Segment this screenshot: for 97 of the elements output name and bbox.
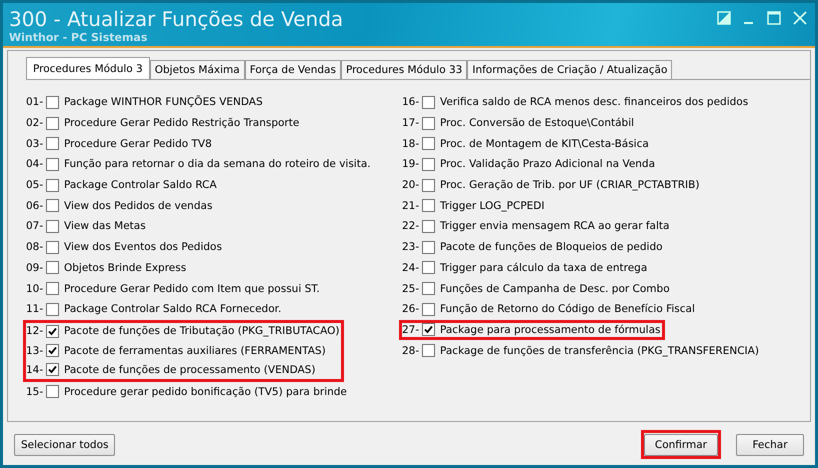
item-number: 06- [26,200,44,212]
checkbox-label[interactable]: View dos Eventos dos Pedidos [64,241,222,254]
checkbox-label[interactable]: Pacote de funções de processamento (VENDAS) [64,364,316,376]
checkbox[interactable] [422,323,435,336]
checkbox-label[interactable]: Verifica saldo de RCA menos desc. financeiros dos pedidos [440,96,748,108]
checkbox-label[interactable]: View das Metas [64,220,146,232]
window-title: 300 - Atualizar Funções de Venda [9,7,344,31]
item-number: 13- [26,344,44,357]
tab[interactable]: Procedures Módulo 3 [26,57,150,79]
checkbox[interactable] [46,199,59,212]
item-number: 26- [402,303,420,316]
item-number: 23- [402,241,420,254]
dialog-button[interactable]: Selecionar todos [14,434,116,456]
tab[interactable]: Procedures Módulo 33 [340,60,468,79]
item-number: 17- [402,117,420,130]
checkbox[interactable] [422,116,435,130]
checkbox-label[interactable]: Funções de Campanha de Desc. por Combo [440,282,670,295]
checkbox[interactable] [422,158,435,171]
checkbox-label[interactable]: Pacote de ferramentas auxiliares (FERRAMENTAS) [64,344,326,357]
checkbox[interactable] [422,261,435,274]
tab[interactable]: Força de Vendas [244,60,341,79]
checkbox[interactable] [46,324,59,338]
checkbox[interactable] [46,220,59,233]
checkbox[interactable] [46,158,59,171]
checkbox-label[interactable]: Função de Retorno do Código de Benefício Fiscal [440,303,695,316]
dialog-button[interactable]: Fechar [736,434,804,456]
checkbox[interactable] [422,96,435,109]
checkbox-label[interactable]: Trigger para cálculo da taxa de entrega [440,262,648,274]
dialog-button[interactable]: Confirmar [644,434,718,456]
checkbox[interactable] [46,385,59,398]
checkbox[interactable] [422,302,435,316]
checkbox-label[interactable]: Package Controlar Saldo RCA Fornecedor. [64,303,282,316]
close-icon[interactable] [793,11,807,25]
item-number: 05- [26,179,44,192]
checkbox[interactable] [422,178,435,192]
checkbox[interactable] [422,220,435,233]
checkbox[interactable] [46,302,59,316]
maximize-icon[interactable] [767,11,781,25]
item-number: 04- [26,158,44,170]
item-number: 24- [402,262,420,274]
checkbox-label[interactable]: Package de funções de transferência (PKG_TRANSFERENCIA) [440,344,759,357]
tab[interactable]: Objetos Máxima [150,60,245,79]
checkbox-label[interactable]: Pacote de funções de Tributação (PKG_TRIBUTACAO) [64,325,340,338]
checkbox-label[interactable]: Proc. de Montagem de KIT\Cesta-Básica [440,138,649,150]
item-number: 08- [26,241,44,254]
checkbox[interactable] [422,344,435,358]
checkbox-label[interactable]: Pacote de funções de Bloqueios de pedido [440,241,663,254]
checkbox[interactable] [46,137,59,150]
checkbox-label[interactable]: Trigger LOG_PCPEDI [440,200,544,212]
checkbox[interactable] [422,199,435,212]
item-number: 20- [402,179,420,192]
checkbox-label[interactable]: Package WINTHOR FUNÇÕES VENDAS [64,96,263,108]
item-number: 12- [26,325,44,338]
item-number: 18- [402,138,420,150]
checkbox-label[interactable]: Função para retornar o dia da semana do roteiro de visita. [64,158,371,170]
item-number: 21- [402,200,420,212]
item-number: 25- [402,282,420,295]
item-number: 01- [26,96,44,108]
restore-icon[interactable] [717,11,731,25]
checkbox-label[interactable]: Procedure Gerar Pedido Restrição Transporte [64,117,300,130]
item-number: 15- [26,386,44,398]
checkbox-label[interactable]: Proc. Conversão de Estoque\Contábil [440,117,634,130]
item-number: 03- [26,138,44,150]
item-number: 11- [26,303,44,316]
item-number: 22- [402,220,420,232]
item-number: 07- [26,220,44,232]
item-number: 27- [402,324,420,336]
checkbox[interactable] [422,240,435,254]
checkbox-label[interactable]: Proc. Geração de Trib. por UF (CRIAR_PCTABTRIB) [440,179,700,192]
checkbox[interactable] [46,261,59,274]
checkbox-label[interactable]: Procedure Gerar Pedido com Item que possui ST. [64,282,320,295]
checkbox[interactable] [46,282,59,296]
item-number: 14- [26,364,44,376]
item-number: 19- [402,158,420,170]
checkbox-label[interactable]: Procedure Gerar Pedido TV8 [64,138,212,150]
checkbox[interactable] [46,363,59,376]
window-subtitle: Winthor - PC Sistemas [9,31,148,44]
checkbox[interactable] [46,240,59,254]
item-number: 09- [26,262,44,274]
checkbox-label[interactable]: Proc. Validação Prazo Adicional na Venda [440,158,656,170]
checkbox-label[interactable]: Trigger envia mensagem RCA ao gerar falta [440,220,670,232]
item-number: 28- [402,344,420,357]
checkbox-label[interactable]: Procedure gerar pedido bonificação (TV5) para brinde [64,386,347,398]
tab[interactable]: Informações de Criação / Atualização [467,60,672,79]
checkbox[interactable] [46,96,59,109]
checkbox-label[interactable]: Package para processamento de fórmulas [440,324,660,336]
item-number: 02- [26,117,44,130]
checkbox[interactable] [46,344,59,358]
checkbox[interactable] [422,137,435,150]
checkbox[interactable] [46,178,59,192]
checkbox[interactable] [422,282,435,296]
checkbox-label[interactable]: View dos Pedidos de vendas [64,200,212,212]
checkbox-label[interactable]: Objetos Brinde Express [64,262,186,274]
checkbox[interactable] [46,116,59,130]
checkbox-label[interactable]: Package Controlar Saldo RCA [64,179,217,192]
item-number: 10- [26,282,44,295]
item-number: 16- [402,96,420,108]
